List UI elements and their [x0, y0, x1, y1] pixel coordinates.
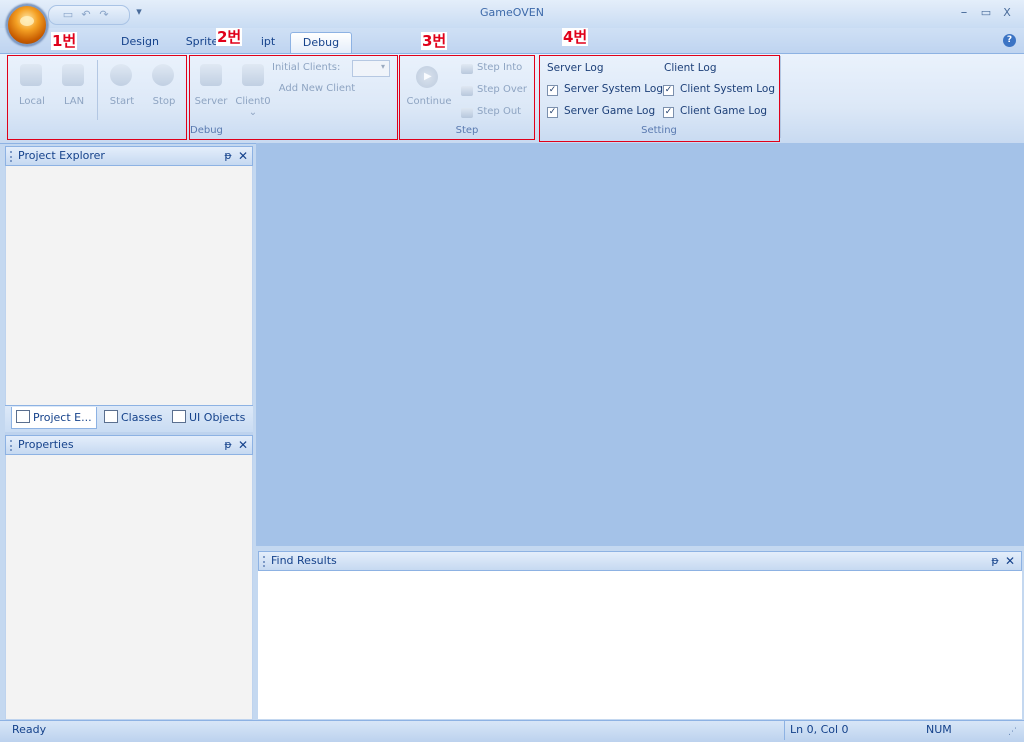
project-explorer-content[interactable]: [6, 166, 252, 406]
properties-header: Properties ᵽ ✕: [5, 435, 253, 455]
ribbon-separator: [780, 56, 781, 138]
properties-content[interactable]: [6, 455, 252, 719]
project-explorer-title: Project Explorer: [18, 149, 105, 162]
grip-icon: [10, 440, 14, 451]
grip-icon: [10, 151, 14, 162]
find-results-content[interactable]: [258, 571, 1022, 719]
close-icon[interactable]: ✕: [237, 437, 249, 453]
close-icon[interactable]: ✕: [1004, 553, 1016, 569]
find-results-header: Find Results ᵽ ✕: [258, 551, 1022, 571]
tab-classes[interactable]: Classes: [104, 407, 164, 429]
close-window-button[interactable]: X: [999, 5, 1015, 21]
properties-window-icon: [16, 410, 30, 423]
window-title: GameOVEN: [480, 6, 544, 19]
find-results-title: Find Results: [271, 554, 337, 567]
document-workspace[interactable]: [256, 143, 1024, 546]
properties-window-icon: [104, 410, 118, 423]
project-explorer-header: Project Explorer ᵽ ✕: [5, 146, 253, 166]
status-divider: [784, 721, 785, 740]
tab-script[interactable]: ipt: [256, 32, 280, 52]
status-bar: [0, 720, 1024, 742]
close-icon[interactable]: ✕: [237, 148, 249, 164]
application-menu-button[interactable]: [6, 4, 48, 46]
annotation-box-3: [399, 55, 535, 140]
annotation-label-1: 1번: [51, 32, 78, 50]
cursor-position: Ln 0, Col 0: [790, 723, 849, 736]
properties-window-icon: [172, 410, 186, 423]
annotation-label-4: 4번: [562, 28, 589, 46]
minimize-button[interactable]: –: [956, 5, 972, 21]
pin-icon[interactable]: ᵽ: [222, 438, 234, 452]
tab-design[interactable]: Design: [116, 32, 164, 52]
annotation-label-3: 3번: [421, 32, 448, 50]
maximize-button[interactable]: ▭: [978, 5, 994, 21]
grip-icon: [263, 556, 267, 567]
status-text: Ready: [12, 723, 47, 736]
num-lock-indicator: NUM: [926, 723, 952, 736]
resize-grip-icon[interactable]: ⋰: [1008, 727, 1017, 737]
annotation-box-2: [189, 55, 398, 140]
tab-project-explorer[interactable]: Project E...: [11, 407, 97, 429]
annotation-box-1: [7, 55, 187, 140]
app-logo-icon: [20, 16, 34, 26]
pin-icon[interactable]: ᵽ: [989, 554, 1001, 568]
properties-title: Properties: [18, 438, 74, 451]
tab-debug[interactable]: Debug: [290, 32, 352, 54]
help-icon[interactable]: ?: [1003, 34, 1016, 47]
pin-icon[interactable]: ᵽ: [222, 149, 234, 163]
annotation-box-4: [539, 55, 780, 142]
tab-ui-objects[interactable]: UI Objects: [172, 407, 252, 429]
annotation-label-2: 2번: [216, 28, 243, 46]
